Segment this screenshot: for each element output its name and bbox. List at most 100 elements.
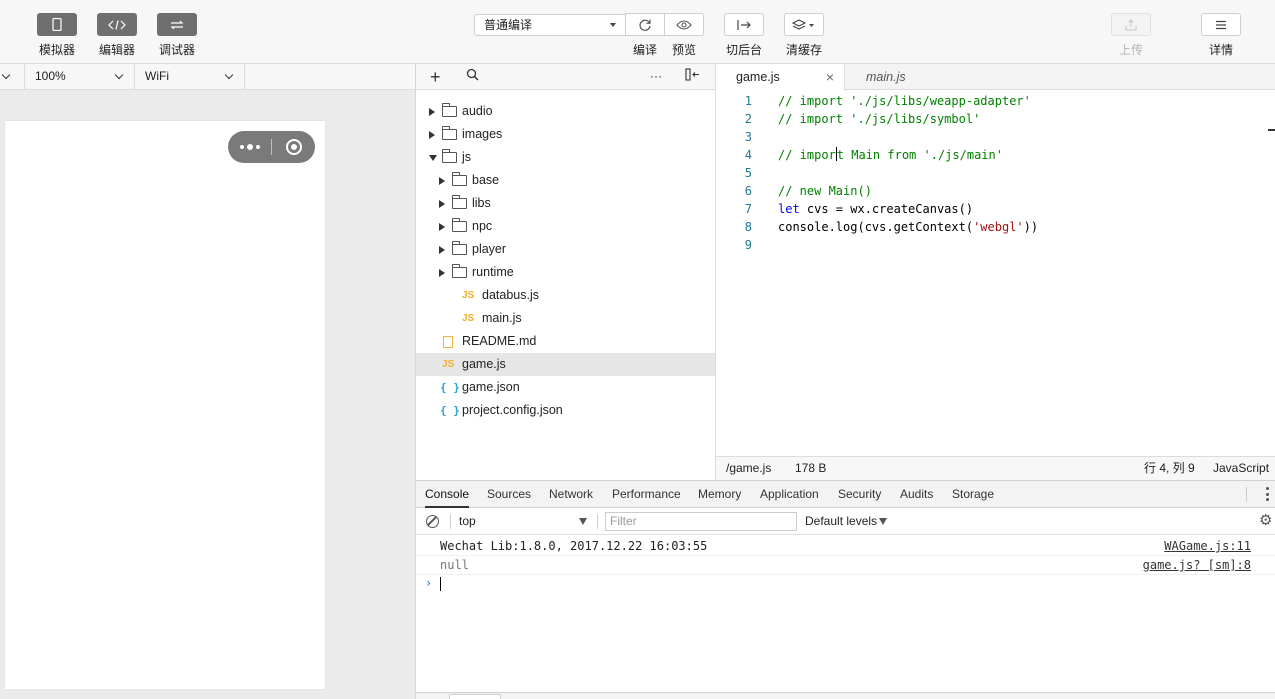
line-number: 7	[744, 202, 752, 216]
tab-performance[interactable]: Performance	[612, 481, 681, 508]
folder-icon	[442, 126, 457, 140]
json-file-icon: { }	[440, 381, 460, 394]
preview-label: 预览	[671, 43, 696, 57]
upload-button[interactable]: 上传	[1101, 13, 1161, 58]
tab-sources[interactable]: Sources	[487, 481, 531, 508]
menu-icon	[1201, 13, 1241, 36]
filter-input[interactable]: Filter	[605, 512, 797, 531]
log-source-link[interactable]: game.js? [sm]:8	[1143, 556, 1251, 575]
tree-item-label: base	[472, 173, 500, 187]
console-input[interactable]: ›	[416, 574, 1275, 593]
tree-item[interactable]: player	[416, 238, 715, 261]
tab-security[interactable]: Security	[838, 481, 881, 508]
chevron-right-icon[interactable]	[439, 200, 445, 208]
chevron-right-icon[interactable]	[439, 177, 445, 185]
simulator-button[interactable]: 模拟器	[27, 13, 87, 58]
close-icon[interactable]: ×	[826, 64, 834, 90]
caret-down-icon	[879, 518, 887, 525]
chevron-right-icon[interactable]	[429, 108, 435, 116]
more-vertical-icon[interactable]	[1266, 487, 1269, 501]
zoom-select[interactable]: 100%	[25, 64, 135, 89]
debugger-button[interactable]: 调试器	[147, 13, 207, 58]
line-number: 6	[744, 184, 752, 198]
tree-item[interactable]: images	[416, 123, 715, 146]
tab-label: game.js	[736, 70, 780, 84]
tree-item-label: databus.js	[482, 288, 539, 302]
simulator-options-bar: 100% WiFi	[0, 64, 415, 90]
drawer-tab[interactable]	[449, 694, 501, 699]
preview-button[interactable]: 预览	[654, 13, 714, 58]
clear-console-icon[interactable]	[426, 515, 439, 528]
tree-item[interactable]: runtime	[416, 261, 715, 284]
search-icon[interactable]	[466, 67, 479, 87]
gear-icon[interactable]: ⚙	[1259, 513, 1273, 528]
file-explorer-toolbar: + ···	[416, 64, 715, 90]
more-options-icon[interactable]: ···	[650, 66, 662, 86]
capsule-menu	[228, 131, 315, 163]
add-file-icon[interactable]: +	[430, 67, 441, 87]
js-file-icon: JS	[462, 313, 475, 324]
editor-label: 编辑器	[98, 43, 135, 57]
clear-cache-button[interactable]: 清缓存	[774, 13, 834, 58]
tree-item-label: libs	[472, 196, 491, 210]
network-select[interactable]: WiFi	[135, 64, 245, 89]
chevron-right-icon[interactable]	[439, 246, 445, 254]
tree-item[interactable]: audio	[416, 100, 715, 123]
compile-mode-select[interactable]: 普通编译	[474, 14, 626, 36]
layers-icon	[784, 13, 824, 36]
more-icon[interactable]	[228, 144, 271, 150]
phone-screen[interactable]	[5, 121, 325, 689]
tab-storage[interactable]: Storage	[952, 481, 994, 508]
tree-item[interactable]: JS game.js	[416, 353, 715, 376]
tree-item[interactable]: libs	[416, 192, 715, 215]
close-mini-program-icon[interactable]	[272, 139, 315, 155]
tab-memory[interactable]: Memory	[698, 481, 741, 508]
collapse-panel-icon[interactable]	[685, 67, 701, 87]
tab-application[interactable]: Application	[760, 481, 819, 508]
folder-icon	[452, 241, 467, 255]
simulator-label: 模拟器	[38, 43, 75, 57]
tree-item[interactable]: JS databus.js	[416, 284, 715, 307]
tab-console[interactable]: Console	[425, 481, 470, 508]
code-line: // import Main from './js/main'	[778, 147, 1003, 162]
tree-item[interactable]: { } project.config.json	[416, 399, 715, 422]
console-message: Wechat Lib:1.8.0, 2017.12.22 16:03:55 WA…	[416, 537, 1275, 556]
tab-main-js[interactable]: main.js	[846, 64, 1016, 90]
eye-icon	[664, 13, 704, 36]
divider	[450, 514, 451, 529]
language-mode[interactable]: JavaScript	[1213, 457, 1269, 480]
tab-network[interactable]: Network	[549, 481, 593, 508]
log-source-link[interactable]: WAGame.js:11	[1164, 537, 1251, 556]
folder-icon	[452, 218, 467, 232]
tree-item[interactable]: README.md	[416, 330, 715, 353]
file-explorer: + ··· audio images js base libs npc player runt…	[416, 64, 716, 480]
tree-item[interactable]: npc	[416, 215, 715, 238]
background-label: 切后台	[725, 43, 762, 57]
editor-button[interactable]: 编辑器	[87, 13, 147, 58]
cursor-position[interactable]: 行 4, 列 9	[1144, 457, 1195, 480]
chevron-down-icon[interactable]	[429, 155, 437, 161]
code-line: console.log(cvs.getContext('webgl'))	[778, 220, 1039, 234]
line-number: 5	[744, 166, 752, 180]
tab-audits[interactable]: Audits	[900, 481, 933, 508]
log-levels-value: Default levels	[805, 514, 878, 528]
code-line: let cvs = wx.createCanvas()	[778, 202, 974, 216]
details-button[interactable]: 详情	[1191, 13, 1251, 58]
top-toolbar: 模拟器 编辑器 调试器 普通编译 编译 预览 切后台 清缓存 上传 详情	[0, 0, 1275, 64]
tab-label: main.js	[866, 70, 906, 84]
chevron-right-icon[interactable]	[439, 269, 445, 277]
tree-item[interactable]: JS main.js	[416, 307, 715, 330]
folder-icon	[452, 172, 467, 186]
tree-item[interactable]: { } game.json	[416, 376, 715, 399]
tree-item[interactable]: base	[416, 169, 715, 192]
simulator-panel: 100% WiFi	[0, 64, 416, 699]
chevron-right-icon[interactable]	[429, 131, 435, 139]
line-number: 9	[744, 238, 752, 252]
upload-label: 上传	[1118, 43, 1143, 57]
background-button[interactable]: 切后台	[714, 13, 774, 58]
folder-icon	[452, 195, 467, 209]
chevron-right-icon[interactable]	[439, 223, 445, 231]
tree-item[interactable]: js	[416, 146, 715, 169]
tab-game-js[interactable]: game.js ×	[716, 64, 845, 91]
device-select[interactable]	[0, 64, 25, 89]
